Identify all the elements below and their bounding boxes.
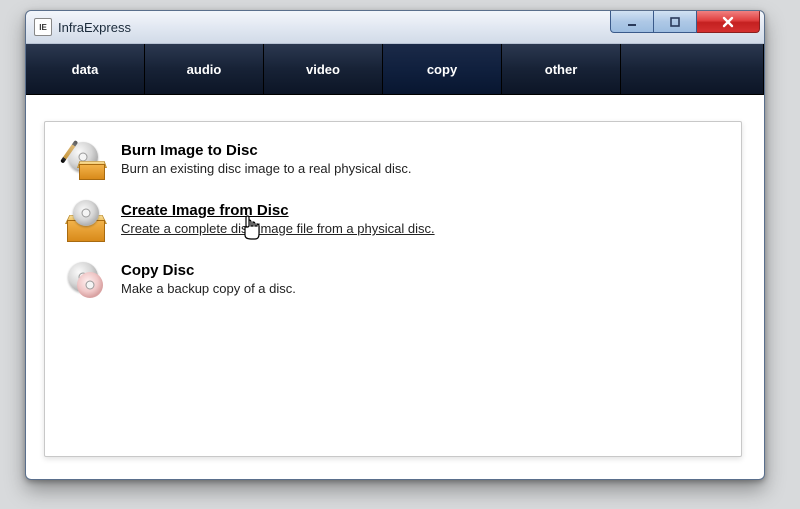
close-icon xyxy=(721,15,735,29)
titlebar[interactable]: IE InfraExpress xyxy=(26,11,764,44)
option-desc: Make a backup copy of a disc. xyxy=(121,281,296,296)
tab-spacer xyxy=(621,44,764,94)
tab-data[interactable]: data xyxy=(26,44,145,94)
option-desc: Burn an existing disc image to a real ph… xyxy=(121,161,411,176)
option-copy-disc[interactable]: Copy Disc Make a backup copy of a disc. xyxy=(67,262,721,300)
maximize-icon xyxy=(669,16,681,28)
application-window: IE InfraExpress data audio video copy ot… xyxy=(25,10,765,480)
tab-copy[interactable]: copy xyxy=(383,44,502,94)
close-button[interactable] xyxy=(697,11,760,33)
tab-label: audio xyxy=(187,62,222,77)
tab-other[interactable]: other xyxy=(502,44,621,94)
option-burn-image[interactable]: Burn Image to Disc Burn an existing disc… xyxy=(67,142,721,180)
app-icon: IE xyxy=(34,18,52,36)
option-text: Copy Disc Make a backup copy of a disc. xyxy=(121,262,296,296)
content-panel: Burn Image to Disc Burn an existing disc… xyxy=(44,121,742,457)
maximize-button[interactable] xyxy=(654,11,697,33)
minimize-icon xyxy=(626,16,638,28)
tab-label: video xyxy=(306,62,340,77)
create-image-icon xyxy=(67,202,105,240)
tab-label: data xyxy=(72,62,99,77)
option-text: Create Image from Disc Create a complete… xyxy=(121,202,435,236)
tab-label: copy xyxy=(427,62,457,77)
tab-video[interactable]: video xyxy=(264,44,383,94)
option-desc: Create a complete disc image file from a… xyxy=(121,221,435,236)
burn-image-icon xyxy=(67,142,105,180)
tab-label: other xyxy=(545,62,578,77)
tab-bar: data audio video copy other xyxy=(26,44,764,95)
window-controls xyxy=(610,11,760,33)
tab-audio[interactable]: audio xyxy=(145,44,264,94)
copy-disc-icon xyxy=(67,262,105,300)
option-text: Burn Image to Disc Burn an existing disc… xyxy=(121,142,411,176)
option-title: Copy Disc xyxy=(121,262,296,279)
option-title: Create Image from Disc xyxy=(121,202,435,219)
minimize-button[interactable] xyxy=(610,11,654,33)
option-create-image[interactable]: Create Image from Disc Create a complete… xyxy=(67,202,721,240)
option-title: Burn Image to Disc xyxy=(121,142,411,159)
window-title: InfraExpress xyxy=(58,20,131,35)
